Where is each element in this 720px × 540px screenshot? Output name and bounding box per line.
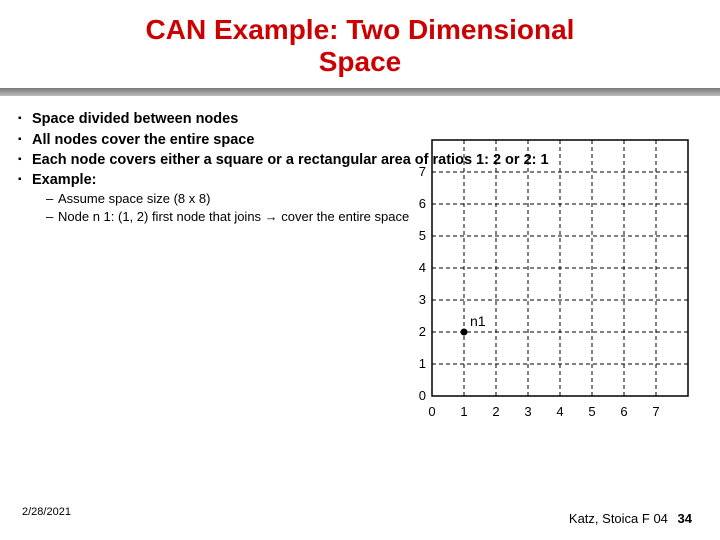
tick-label: 4 [419,260,426,275]
title-divider [0,88,720,96]
tick-label: 3 [419,292,426,307]
sub-bullet-text: Node n 1: (1, 2) first node that joins [58,209,265,224]
tick-label: 7 [419,164,426,179]
grid-lines [432,140,688,396]
tick-label: 0 [419,388,426,403]
credit-text: Katz, Stoica F 04 [569,511,668,526]
tick-label: 2 [419,324,426,339]
tick-label: 6 [419,196,426,211]
tick-label: 2 [492,404,499,419]
sub-bullet-text: cover the entire space [278,209,410,224]
node-label: n1 [470,313,486,329]
title-line-2: Space [319,46,402,77]
sub-bullet-text: Assume space size (8 x 8) [58,191,210,206]
node-point [461,329,468,336]
tick-label: 7 [652,404,659,419]
grid-svg: n1 0 1 2 3 4 5 6 7 0 1 2 3 4 5 6 7 [402,134,702,434]
footer-date: 2/28/2021 [22,506,71,518]
tick-label: 1 [419,356,426,371]
footer-credit: Katz, Stoica F 04 34 [569,511,692,526]
tick-label: 6 [620,404,627,419]
slide: CAN Example: Two Dimensional Space Space… [0,0,720,540]
tick-label: 1 [460,404,467,419]
x-ticks: 0 1 2 3 4 5 6 7 [428,404,659,419]
bullet-text: Example: [32,172,96,188]
grid-chart: n1 0 1 2 3 4 5 6 7 0 1 2 3 4 5 6 7 [402,134,702,434]
title-line-1: CAN Example: Two Dimensional [146,14,575,45]
tick-label: 0 [428,404,435,419]
y-ticks: 0 1 2 3 4 5 6 7 [419,164,426,403]
bullet-text: Space divided between nodes [32,111,238,127]
page-number: 34 [678,511,692,526]
tick-label: 5 [419,228,426,243]
arrow-icon: → [265,209,278,224]
tick-label: 5 [588,404,595,419]
tick-label: 3 [524,404,531,419]
tick-label: 4 [556,404,563,419]
slide-title: CAN Example: Two Dimensional Space [0,0,720,78]
bullet-item: Space divided between nodes [18,110,702,128]
bullet-text: All nodes cover the entire space [32,132,254,148]
